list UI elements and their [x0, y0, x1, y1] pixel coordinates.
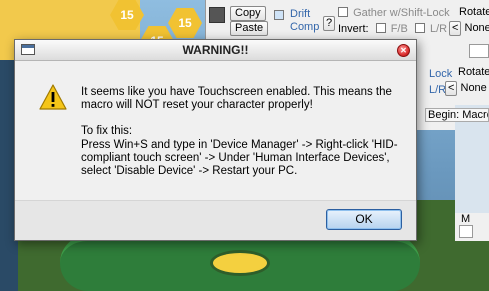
- warning-triangle-icon: [39, 84, 67, 110]
- message-paragraph-2: To fix this: Press Win+S and type in 'De…: [81, 125, 401, 178]
- invert-fb-label: F/B: [390, 23, 408, 35]
- rotate-left-button[interactable]: <: [449, 21, 462, 36]
- dialog-footer: OK: [15, 200, 416, 240]
- rotate-label-2: Rotate: [458, 66, 489, 78]
- begin-macro-field[interactable]: Begin: Macro: [425, 108, 489, 122]
- copy-button[interactable]: Copy: [230, 6, 266, 21]
- drift-comp-checkbox[interactable]: [274, 10, 284, 20]
- m-input[interactable]: [459, 225, 473, 238]
- m-field-row: M: [455, 213, 489, 241]
- lock-label: Lock: [429, 68, 453, 80]
- invert-fb-checkbox[interactable]: [375, 23, 386, 33]
- rotate-value: None: [464, 22, 489, 34]
- rotate-field[interactable]: [469, 44, 489, 58]
- warning-dialog: WARNING!! ✕ It seems like you have Touch…: [14, 39, 417, 241]
- save-icon[interactable]: [209, 7, 225, 23]
- invert-lr-checkbox[interactable]: [414, 23, 425, 33]
- rotate-value-2: None: [460, 82, 487, 94]
- drift-label: Drift: [290, 8, 311, 20]
- comp-label: Comp: [290, 21, 320, 33]
- invert-lr-label: L/R: [429, 23, 448, 35]
- paste-button[interactable]: Paste: [230, 21, 269, 36]
- ok-button[interactable]: OK: [326, 209, 402, 230]
- rotate-left-button-2[interactable]: <: [445, 81, 458, 96]
- dialog-titlebar[interactable]: WARNING!! ✕: [15, 40, 416, 61]
- dialog-title: WARNING!!: [182, 43, 249, 57]
- dialog-body: It seems like you have Touchscreen enabl…: [15, 62, 416, 200]
- message-paragraph-1: It seems like you have Touchscreen enabl…: [81, 86, 392, 112]
- close-icon[interactable]: ✕: [397, 44, 410, 57]
- help-button[interactable]: ?: [323, 16, 336, 31]
- dialog-message: It seems like you have Touchscreen enabl…: [81, 86, 401, 178]
- rotate-label: Rotate: [459, 6, 489, 18]
- lr-label-2: L/R: [429, 84, 447, 96]
- gather-shiftlock-checkbox[interactable]: [338, 7, 348, 17]
- message-fix-heading: To fix this:: [81, 125, 133, 138]
- game-flower: [210, 250, 270, 276]
- invert-label: Invert:: [338, 23, 369, 35]
- message-fix-steps: Press Win+S and type in 'Device Manager'…: [81, 138, 398, 178]
- gather-shiftlock-label: Gather w/Shift-Lock: [353, 7, 450, 19]
- m-label: M: [461, 213, 471, 225]
